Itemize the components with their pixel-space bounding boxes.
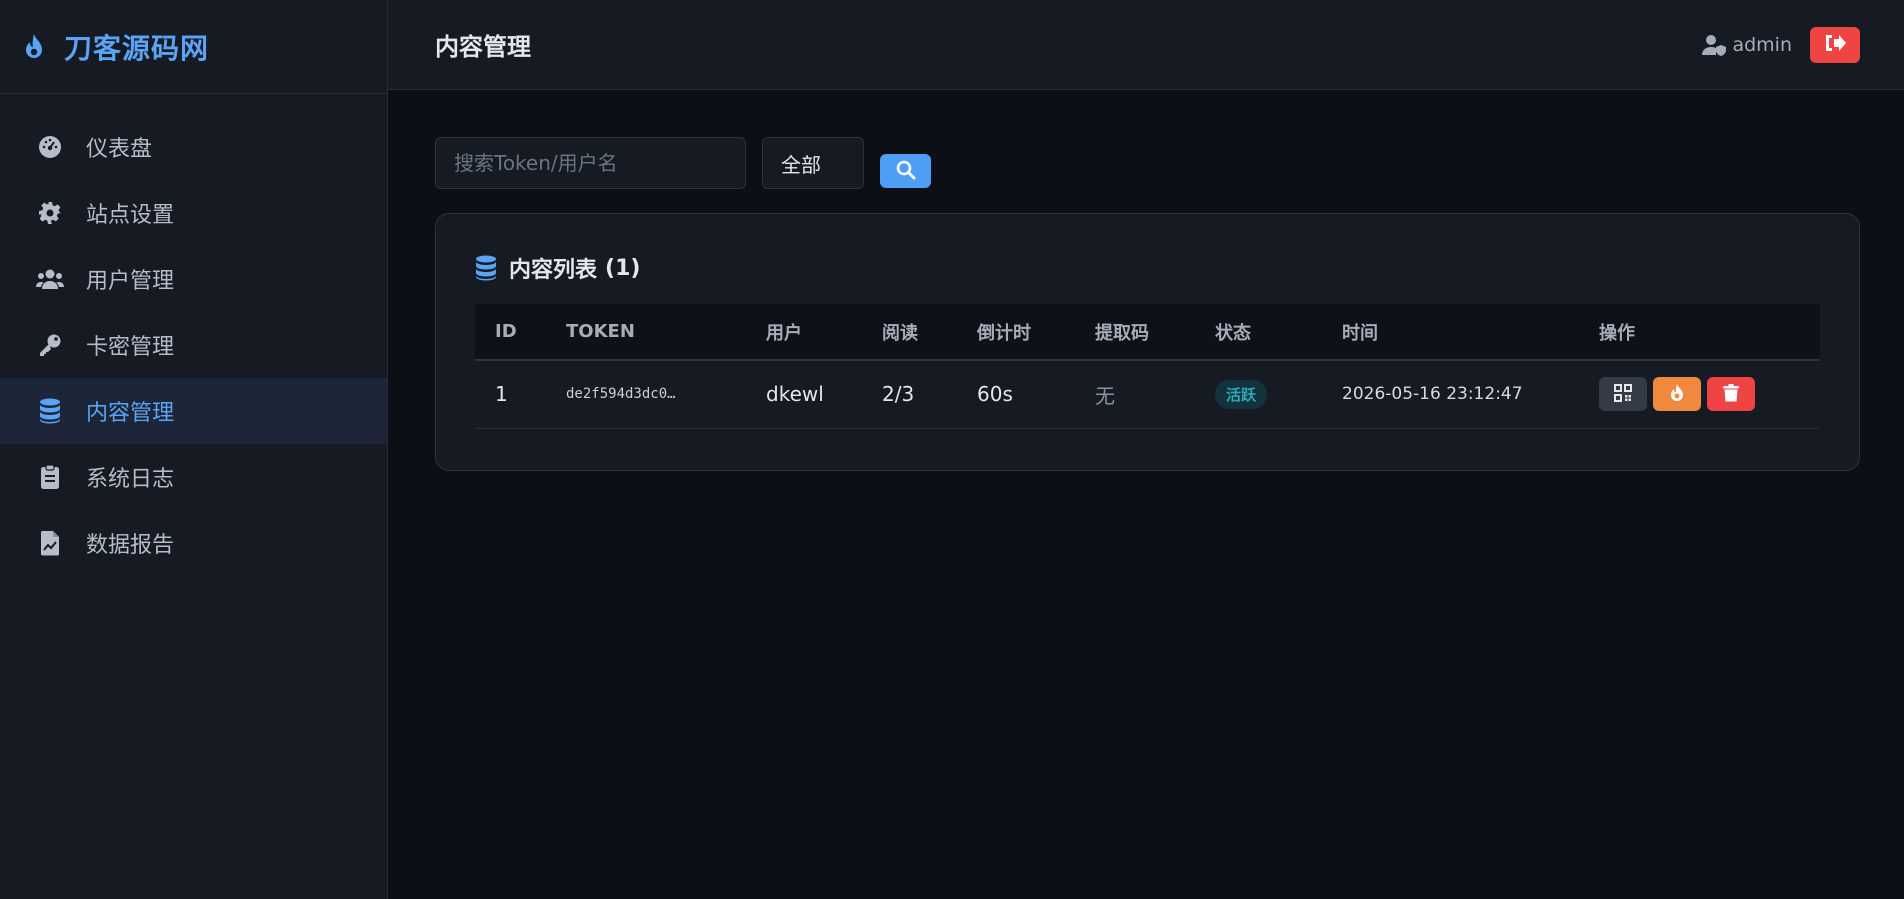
database-icon [475,255,499,281]
sidebar-item-logs[interactable]: 系统日志 [0,444,387,510]
delete-button[interactable] [1707,377,1755,412]
database-icon [36,397,64,425]
sidebar-item-label: 内容管理 [86,401,175,426]
user-area: admin [1702,26,1860,63]
card-count: (1) [605,255,641,281]
cell-id: 1 [495,382,508,407]
page-title: 内容管理 [435,33,531,61]
column-header-reads: 阅读 [882,322,918,344]
user-shield-icon [1702,34,1728,56]
trash-icon [1723,383,1739,405]
search-button[interactable] [880,154,931,188]
column-header-actions: 操作 [1599,322,1635,344]
sidebar-item-reports[interactable]: 数据报告 [0,510,387,576]
sidebar-item-users[interactable]: 用户管理 [0,246,387,312]
sidebar-item-label: 用户管理 [86,269,175,294]
table-row: 1 de2f594d3dc0… dkewl 2/3 60s 无 活跃 2026-… [475,360,1820,428]
card-title: 内容列表 [509,258,598,283]
app-root: 刀客源码网 仪表盘 站点设置 用户管理 卡密管理 内容管理 系统日志 数据报告 … [0,0,1904,899]
brand[interactable]: 刀客源码网 [0,0,387,94]
sidebar-item-label: 站点设置 [86,203,175,228]
logout-button[interactable] [1810,26,1860,63]
column-header-user: 用户 [766,322,802,344]
status-select[interactable]: 全部 [762,137,864,189]
cell-user: dkewl [766,382,824,407]
sidebar-item-dashboard[interactable]: 仪表盘 [0,114,387,180]
sidebar-item-content[interactable]: 内容管理 [0,378,387,444]
sidebar-item-label: 仪表盘 [86,137,153,162]
sidebar-nav: 仪表盘 站点设置 用户管理 卡密管理 内容管理 系统日志 数据报告 [0,94,387,576]
table-header-row: ID TOKEN 用户 阅读 倒计时 提取码 状态 时间 操作 [475,304,1820,360]
main-area: 内容管理 admin 全部 [388,0,1904,899]
status-select-value: 全部 [781,152,821,177]
cell-reads: 2/3 [882,382,915,407]
column-header-token: TOKEN [566,321,635,342]
row-actions [1599,377,1820,412]
top-bar: 内容管理 admin [388,0,1904,90]
sidebar: 刀客源码网 仪表盘 站点设置 用户管理 卡密管理 内容管理 系统日志 数据报告 [0,0,388,899]
dashboard-icon [36,133,64,161]
column-header-id: ID [495,321,517,342]
content-list-card: 内容列表 (1) ID TOKEN 用户 阅读 倒计时 提取码 状态 时间 操作… [435,213,1860,471]
clipboard-icon [36,463,64,491]
sidebar-item-settings[interactable]: 站点设置 [0,180,387,246]
brand-title: 刀客源码网 [64,31,210,65]
burn-button[interactable] [1653,377,1701,412]
file-chart-icon [36,529,64,557]
cell-time: 2026-05-16 23:12:47 [1342,384,1523,405]
users-icon [36,265,64,293]
search-input[interactable] [435,137,746,189]
column-header-countdown: 倒计时 [977,322,1031,344]
card-header: 内容列表 (1) [475,250,1819,286]
sidebar-item-label: 卡密管理 [86,335,175,360]
search-icon [896,160,916,183]
sidebar-item-label: 系统日志 [86,467,175,492]
content-area: 全部 内容列表 (1) [388,90,1904,471]
user-menu[interactable]: admin [1702,34,1792,56]
flame-icon [1669,383,1685,405]
key-icon [36,331,64,359]
cell-actions [1579,360,1820,428]
sign-out-icon [1824,34,1846,55]
sidebar-item-cards[interactable]: 卡密管理 [0,312,387,378]
column-header-time: 时间 [1342,322,1378,344]
gear-icon [36,199,64,227]
filter-bar: 全部 [435,137,1860,189]
sidebar-item-label: 数据报告 [86,533,175,558]
qrcode-icon [1614,383,1632,405]
cell-token: de2f594d3dc0… [566,386,676,403]
status-badge: 活跃 [1215,379,1268,409]
column-header-status: 状态 [1215,322,1251,344]
column-header-code: 提取码 [1095,322,1149,344]
cell-countdown: 60s [977,382,1013,407]
cell-status: 活跃 [1195,360,1322,428]
flame-icon [22,32,50,62]
cell-code: 无 [1095,383,1115,408]
content-table: ID TOKEN 用户 阅读 倒计时 提取码 状态 时间 操作 1 de2f59… [475,304,1820,429]
username: admin [1732,33,1792,56]
qrcode-button[interactable] [1599,377,1647,412]
